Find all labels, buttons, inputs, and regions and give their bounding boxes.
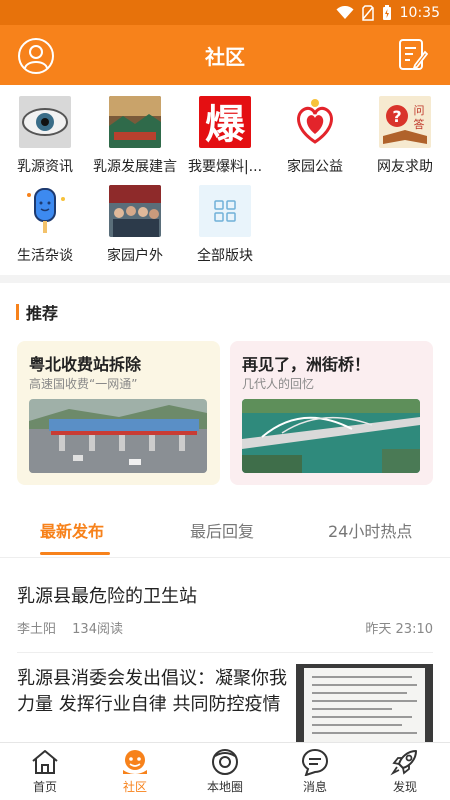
forum-item[interactable]: 爆 我要爆料|...: [180, 96, 270, 176]
community-icon: [123, 750, 147, 774]
forum-item[interactable]: 家园户外: [90, 185, 180, 265]
post-reads: 134阅读: [72, 622, 123, 637]
tab-last-reply[interactable]: 最后回复: [190, 518, 254, 542]
compose-icon: [399, 39, 429, 70]
post-title[interactable]: 乳源县消委会发出倡议：凝聚你我力量 发挥行业自律 共同防控疫情: [17, 666, 287, 718]
nav-label: 发现: [392, 780, 417, 794]
message-icon: [301, 748, 329, 776]
nav-label: 消息: [302, 780, 327, 794]
status-bar: 10:35: [0, 0, 450, 25]
forum-label: 乳源发展建言: [93, 159, 177, 175]
recommend-title: 推荐: [26, 304, 59, 323]
card-title: 粤北收费站拆除: [29, 355, 142, 374]
user-avatar-icon: [18, 38, 54, 74]
section-divider: [0, 275, 450, 283]
svg-text:?: ?: [392, 107, 401, 126]
landscape-photo-icon: [109, 96, 161, 148]
wifi-icon: [336, 5, 354, 19]
tab-latest[interactable]: 最新发布: [40, 518, 104, 542]
forum-label: 乳源资讯: [17, 159, 73, 175]
svg-text:问: 问: [414, 104, 425, 117]
forum-label: 我要爆料|...: [187, 159, 263, 175]
forum-item[interactable]: ? 问答 网友求助: [360, 96, 450, 176]
recommend-card[interactable]: 再见了，洲街桥！ 几代人的回忆: [230, 341, 433, 485]
forum-item[interactable]: 生活杂谈: [0, 185, 90, 265]
home-icon: [32, 750, 58, 774]
question-book-icon: ? 问答: [379, 96, 431, 148]
post-thumbnail[interactable]: [296, 664, 433, 744]
toll-station-image: [29, 399, 207, 473]
heart-hands-icon: [289, 96, 341, 148]
compose-button[interactable]: [398, 38, 429, 72]
card-subtitle: 几代人的回忆: [242, 377, 315, 391]
grid-icon: [199, 185, 251, 237]
eye-photo-icon: [19, 96, 71, 148]
nav-community[interactable]: 社区: [90, 743, 180, 800]
forum-label: 网友求助: [377, 159, 433, 175]
recommend-header: 推荐: [16, 300, 58, 324]
nav-home[interactable]: 首页: [0, 743, 90, 800]
app-bar: 社区: [0, 25, 450, 85]
forum-item[interactable]: 家园公益: [270, 96, 360, 176]
card-subtitle: 高速国收费“一网通”: [29, 377, 138, 391]
nav-label: 本地圈: [206, 780, 243, 794]
recommend-card[interactable]: 粤北收费站拆除 高速国收费“一网通”: [17, 341, 220, 485]
nav-local-circle[interactable]: 本地圈: [180, 743, 270, 800]
bao-character-icon: 爆: [199, 96, 251, 148]
group-photo-icon: [109, 185, 161, 237]
forum-item[interactable]: 乳源资讯: [0, 96, 90, 176]
feed-tabs: 最新发布 最后回复 24小时热点: [0, 512, 450, 558]
forum-item[interactable]: 乳源发展建言: [90, 96, 180, 176]
profile-button[interactable]: [17, 37, 55, 75]
nav-label: 社区: [122, 780, 147, 794]
forum-label: 家园户外: [107, 248, 163, 264]
accent-bar: [16, 304, 19, 320]
forum-label: 家园公益: [287, 159, 343, 175]
local-circle-icon: [212, 749, 238, 775]
no-sim-icon: [361, 4, 374, 21]
nav-messages[interactable]: 消息: [270, 743, 360, 800]
active-tab-indicator: [40, 552, 110, 555]
status-time: 10:35: [399, 4, 440, 21]
forum-label: 全部版块: [197, 248, 253, 264]
all-forums-button[interactable]: 全部版块: [180, 185, 270, 265]
page-title: 社区: [205, 44, 245, 69]
nav-label: 首页: [32, 780, 57, 794]
bridge-image: [242, 399, 420, 473]
forum-label: 生活杂谈: [17, 248, 73, 264]
svg-text:答: 答: [414, 117, 425, 131]
battery-icon: [382, 4, 391, 20]
post-time: 昨天 23:10: [365, 622, 433, 637]
svg-text:爆: 爆: [205, 102, 246, 148]
post-meta: 李土阳 134阅读 昨天 23:10: [17, 618, 433, 637]
post-author: 李土阳: [17, 622, 57, 637]
bottom-nav: 首页 社区 本地圈 消息 发现: [0, 742, 450, 800]
card-title: 再见了，洲街桥！: [242, 355, 371, 374]
post-separator: [17, 652, 433, 653]
tab-24h-hot[interactable]: 24小时热点: [328, 518, 412, 542]
popsicle-icon: [19, 185, 71, 237]
rocket-icon: [390, 750, 417, 776]
forum-grid: 乳源资讯 乳源发展建言 爆 我要爆料|... 家园公益 ? 问答 网友求助 生活杂…: [0, 85, 450, 275]
post-title[interactable]: 乳源县最危险的卫生站: [17, 582, 197, 608]
nav-discover[interactable]: 发现: [360, 743, 450, 800]
